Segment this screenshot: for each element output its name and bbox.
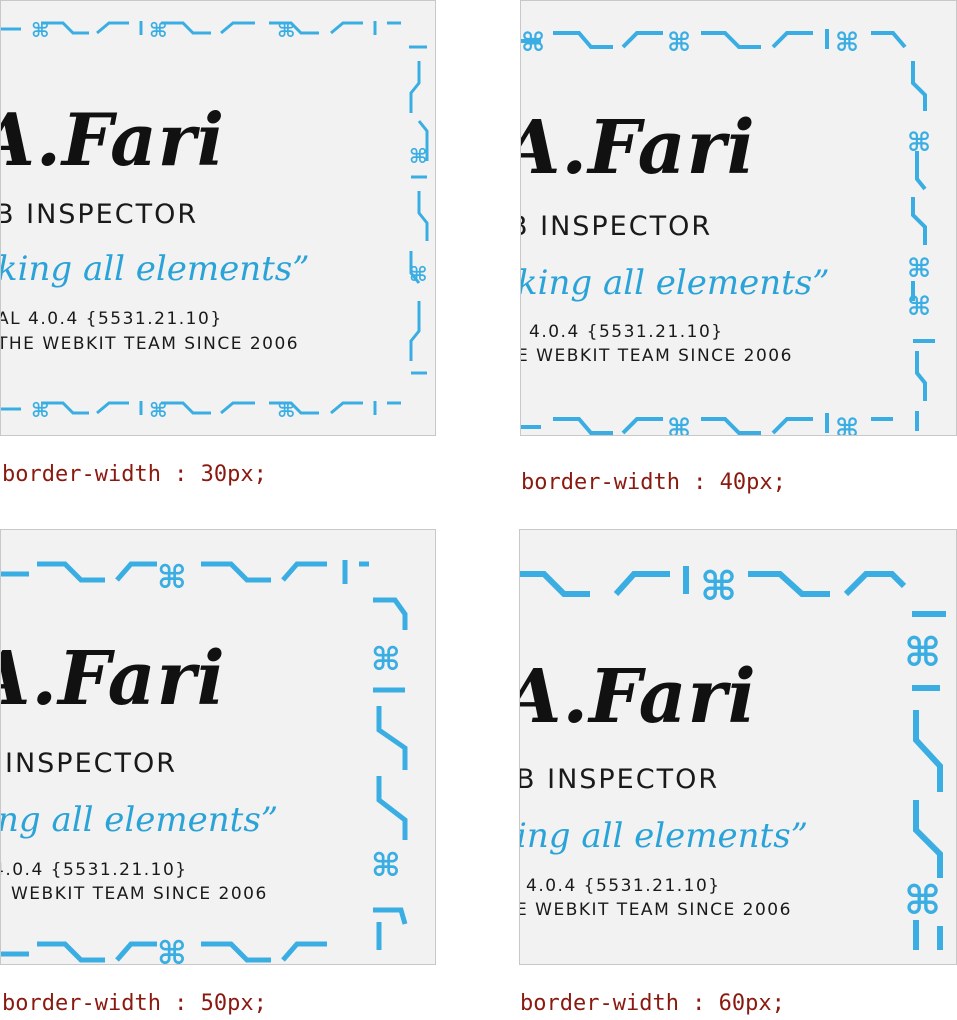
card-version: 4.0.4 {5531.21.10} xyxy=(0,860,188,880)
caption-40px: border-width : 40px; xyxy=(521,470,786,495)
card-tagline: king all elements” xyxy=(0,249,310,289)
command-icon: ⌘ xyxy=(521,28,545,58)
example-card-60px: ⌘ ⌘ ⌘ A.Fari B INSPECTOR ing all element… xyxy=(519,529,957,965)
command-icon: ⌘ xyxy=(31,18,50,42)
card-version: AL 4.0.4 {5531.21.10} xyxy=(0,309,223,329)
card-name: A.Fari xyxy=(0,97,226,182)
card-team: THE WEBKIT TEAM SINCE 2006 xyxy=(0,334,300,354)
card-version: 4.0.4 {5531.21.10} xyxy=(529,322,724,342)
card-name: A.Fari xyxy=(519,654,757,740)
command-icon: ⌘ xyxy=(371,846,401,884)
card-role: B INSPECTOR xyxy=(520,211,713,242)
example-card-50px: ⌘ ⌘ ⌘ ⌘ A.Fari INSPECTOR ng all elements… xyxy=(0,529,436,965)
command-icon: ⌘ xyxy=(904,878,941,924)
example-card-40px: ⌘ ⌘ ⌘ ⌘ ⌘ ⌘ ⌘ ⌘ A.Fari B INSPECTOR king … xyxy=(520,0,957,436)
command-icon: ⌘ xyxy=(667,414,691,436)
command-icon: ⌘ xyxy=(157,934,187,965)
card-tagline: king all elements” xyxy=(520,263,830,303)
command-icon: ⌘ xyxy=(907,292,931,322)
command-icon: ⌘ xyxy=(277,18,296,42)
caption-50px: border-width : 50px; xyxy=(2,991,267,1016)
command-icon: ⌘ xyxy=(667,28,691,58)
example-card-30px: ⌘ ⌘ ⌘ ⌘ ⌘ ⌘ ⌘ ⌘ A.Fari B INSPECTOR king … xyxy=(0,0,436,436)
card-role: B INSPECTOR xyxy=(519,764,720,795)
card-tagline: ng all elements” xyxy=(0,800,279,840)
card-version: 4.0.4 {5531.21.10} xyxy=(526,876,721,896)
command-icon: ⌘ xyxy=(700,564,737,610)
command-icon: ⌘ xyxy=(835,28,859,58)
command-icon: ⌘ xyxy=(277,398,296,422)
command-icon: ⌘ xyxy=(149,398,168,422)
card-name: A.Fari xyxy=(1,636,226,722)
command-icon: ⌘ xyxy=(835,414,859,436)
command-icon: ⌘ xyxy=(157,558,187,596)
card-role: B INSPECTOR xyxy=(0,199,199,230)
command-icon: ⌘ xyxy=(409,262,428,286)
card-tagline: ing all elements” xyxy=(519,816,809,856)
command-icon: ⌘ xyxy=(907,128,931,158)
card-team: WEBKIT TEAM SINCE 2006 xyxy=(11,884,268,904)
command-icon: ⌘ xyxy=(149,18,168,42)
card-team: E WEBKIT TEAM SINCE 2006 xyxy=(519,900,792,920)
command-icon: ⌘ xyxy=(31,398,50,422)
command-icon: ⌘ xyxy=(907,254,931,284)
caption-30px: border-width : 30px; xyxy=(2,462,267,487)
caption-60px: border-width : 60px; xyxy=(520,991,785,1016)
card-team: E WEBKIT TEAM SINCE 2006 xyxy=(520,346,793,366)
command-icon: ⌘ xyxy=(904,630,941,676)
command-icon: ⌘ xyxy=(409,144,428,168)
card-name: A.Fari xyxy=(520,105,756,191)
command-icon: ⌘ xyxy=(371,640,401,678)
card-role: INSPECTOR xyxy=(5,748,177,779)
